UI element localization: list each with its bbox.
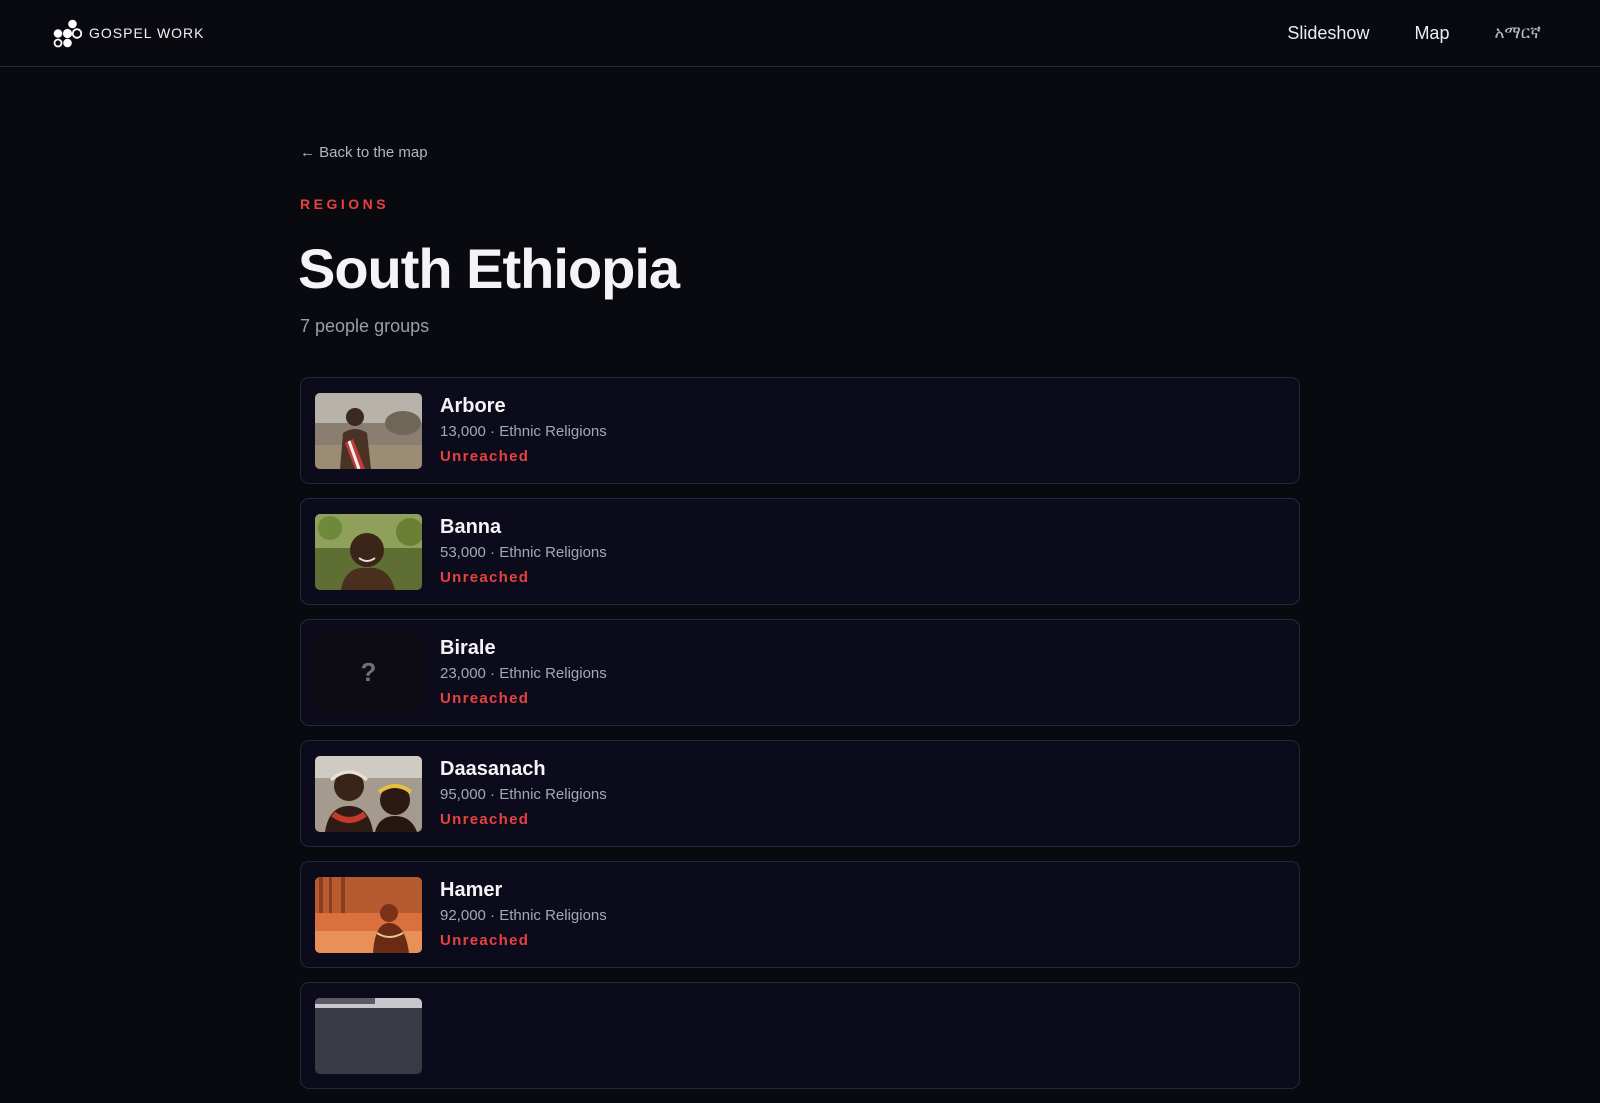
group-photo (315, 755, 422, 832)
top-nav-bar: GOSPEL WORK Slideshow Map አማርኛ (0, 0, 1600, 67)
status-badge: Unreached (440, 690, 530, 707)
group-photo (315, 876, 422, 953)
group-info: Banna 53,000 · Ethnic Religions Unreache… (440, 515, 607, 588)
people-group-card[interactable]: ? Birale 23,000 · Ethnic Religions Unrea… (300, 619, 1300, 726)
back-to-map-link[interactable]: ← Back to the map (300, 144, 428, 161)
group-meta: 95,000 · Ethnic Religions (440, 786, 607, 803)
photo-placeholder: ? (315, 634, 422, 711)
question-mark-icon: ? (360, 657, 377, 687)
group-count: 7 people groups (300, 316, 430, 336)
people-group-list: Arbore 13,000 · Ethnic Religions Unreach… (300, 377, 1300, 1103)
group-photo (315, 997, 422, 1074)
people-group-card[interactable]: Hamer 92,000 · Ethnic Religions Unreache… (300, 861, 1300, 968)
status-badge: Unreached (440, 448, 530, 465)
people-group-card[interactable]: Arbore 13,000 · Ethnic Religions Unreach… (300, 377, 1300, 484)
group-name: Daasanach (440, 758, 546, 780)
people-group-card[interactable] (300, 982, 1300, 1089)
group-name: Banna (440, 516, 502, 538)
nav-slideshow[interactable]: Slideshow (1287, 23, 1369, 44)
group-photo (315, 513, 422, 590)
status-badge: Unreached (440, 569, 530, 586)
logo-icon (53, 19, 82, 47)
group-photo (315, 392, 422, 469)
group-info: Arbore 13,000 · Ethnic Religions Unreach… (440, 394, 607, 467)
group-info: Birale 23,000 · Ethnic Religions Unreach… (440, 636, 607, 709)
section-eyebrow: REGIONS (300, 196, 390, 212)
main-nav: Slideshow Map አማርኛ (1287, 23, 1541, 44)
people-group-card[interactable]: Banna 53,000 · Ethnic Religions Unreache… (300, 498, 1300, 605)
group-info: Hamer 92,000 · Ethnic Religions Unreache… (440, 878, 607, 951)
people-group-card[interactable]: Daasanach 95,000 · Ethnic Religions Unre… (300, 740, 1300, 847)
page-title: South Ethiopia (298, 237, 680, 300)
group-meta: 53,000 · Ethnic Religions (440, 544, 607, 561)
group-name: Hamer (440, 879, 503, 901)
brand-logo-link[interactable]: GOSPEL WORK (53, 19, 205, 48)
nav-language-amharic[interactable]: አማርኛ (1494, 23, 1541, 43)
group-name: Arbore (440, 395, 506, 417)
group-meta: 13,000 · Ethnic Religions (440, 423, 607, 440)
group-meta: 23,000 · Ethnic Religions (440, 665, 607, 682)
group-name: Birale (440, 637, 496, 659)
nav-map[interactable]: Map (1414, 23, 1449, 44)
status-badge: Unreached (440, 932, 530, 949)
group-info: Daasanach 95,000 · Ethnic Religions Unre… (440, 757, 607, 830)
status-badge: Unreached (440, 811, 530, 828)
brand-name: GOSPEL WORK (89, 25, 205, 41)
group-meta: 92,000 · Ethnic Religions (440, 907, 607, 924)
